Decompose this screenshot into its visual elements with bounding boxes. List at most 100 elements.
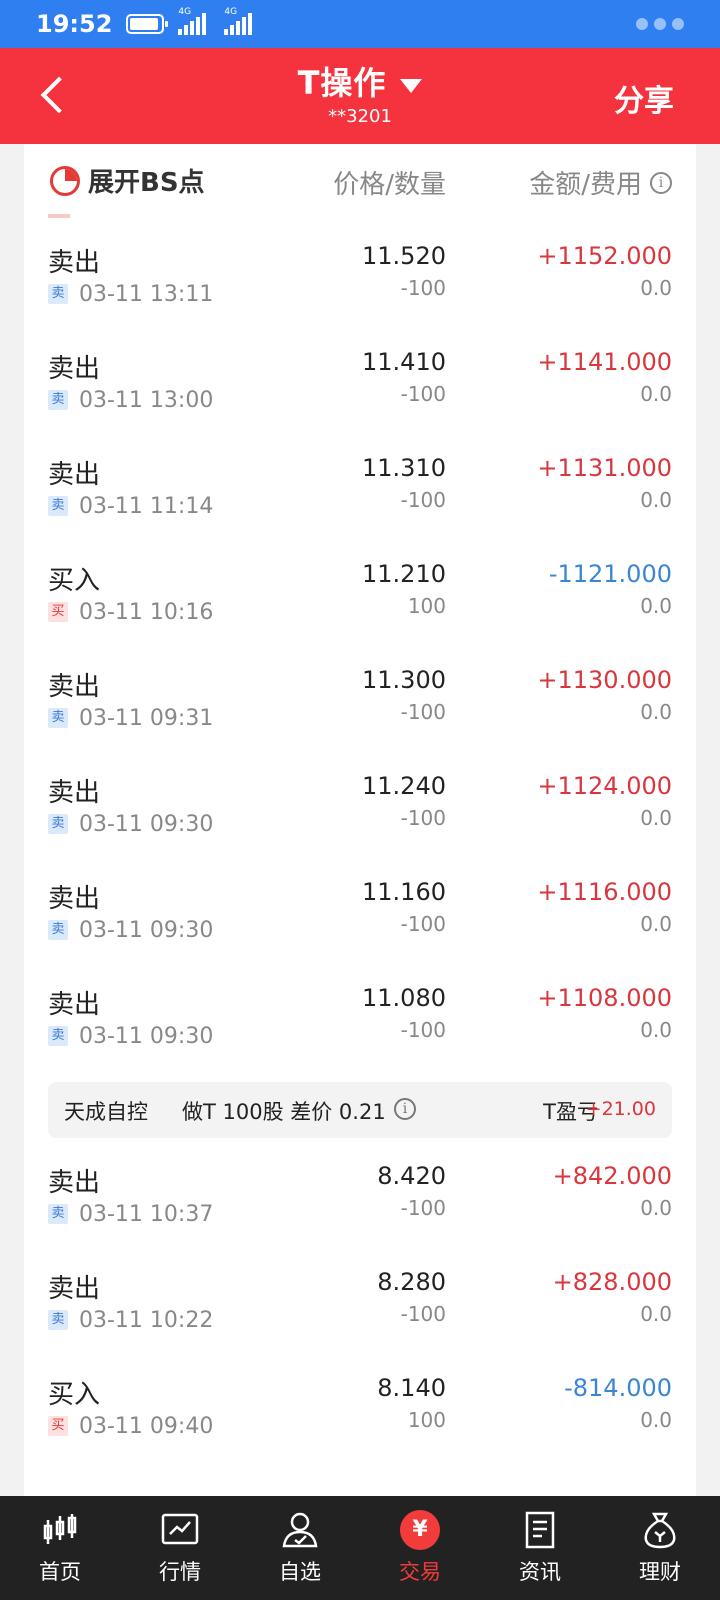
sell-badge: 卖: [48, 920, 68, 940]
trade-row[interactable]: 卖出卖 03-11 09:30 11.080 -100 +1108.000 0.0: [24, 968, 696, 1074]
trade-row[interactable]: 卖出卖 03-11 09:30 11.240 -100 +1124.000 0.0: [24, 756, 696, 862]
trade-amount: +1152.000: [537, 242, 672, 270]
trade-qty: -100: [400, 806, 446, 830]
trade-time: 03-11 13:00: [79, 388, 214, 413]
trade-price: 11.300: [362, 666, 446, 694]
buy-badge: 买: [48, 602, 68, 622]
trade-amount: +828.000: [552, 1268, 672, 1296]
trade-time: 03-11 09:30: [79, 812, 214, 837]
tab-label: 理财: [639, 1560, 681, 1584]
page-title: T操作: [297, 64, 387, 102]
info-icon[interactable]: i: [394, 1098, 416, 1120]
tab-label: 资讯: [519, 1560, 561, 1584]
trade-amount: -814.000: [564, 1374, 672, 1402]
trade-time: 03-11 09:31: [79, 706, 214, 731]
trade-fee: 0.0: [640, 912, 672, 936]
trade-type: 卖出: [48, 778, 101, 808]
trade-time: 03-11 13:11: [79, 282, 214, 307]
tab-label: 首页: [39, 1560, 81, 1584]
group-summary[interactable]: 天成自控 做T 100股 差价 0.21 i T盈亏 +21.00: [48, 1082, 672, 1138]
trade-list-card: 展开BS点 价格/数量 金额/费用 i 卖出卖 03-11 13:11 11.520…: [24, 144, 696, 1496]
trade-qty: -100: [400, 912, 446, 936]
caret-down-icon: [400, 78, 423, 93]
trade-amount: +1141.000: [537, 348, 672, 376]
buy-badge: 买: [48, 1416, 68, 1436]
trade-qty: 100: [407, 594, 446, 618]
trade-price: 11.410: [362, 348, 446, 376]
sell-badge: 卖: [48, 496, 68, 516]
trade-fee: 0.0: [640, 1018, 672, 1042]
trade-row[interactable]: 卖出卖 03-11 09:30 11.160 -100 +1116.000 0.0: [24, 862, 696, 968]
trade-type: 卖出: [48, 884, 101, 914]
trade-price: 11.310: [362, 454, 446, 482]
sell-badge: 卖: [48, 1026, 68, 1046]
trade-time: 03-11 09:30: [79, 1024, 214, 1049]
trade-price: 11.240: [362, 772, 446, 800]
trade-amount: +1124.000: [537, 772, 672, 800]
trade-time: 03-11 11:14: [79, 494, 214, 519]
t-pl-value: +21.00: [585, 1098, 656, 1120]
trade-fee: 0.0: [640, 1196, 672, 1220]
trade-price: 11.080: [362, 984, 446, 1012]
tab-finance[interactable]: 理财: [600, 1496, 720, 1600]
info-icon[interactable]: i: [650, 171, 672, 194]
trade-row[interactable]: 卖出卖 03-11 11:14 11.310 -100 +1131.000 0.0: [24, 438, 696, 544]
trade-qty: -100: [400, 700, 446, 724]
sell-badge: 卖: [48, 390, 68, 410]
trade-row[interactable]: 买入买 03-11 10:16 11.210 100 -1121.000 0.0: [24, 544, 696, 650]
trade-row[interactable]: 卖出卖 03-11 10:37 8.420 -100 +842.000 0.0: [24, 1146, 696, 1252]
trade-fee: 0.0: [640, 594, 672, 618]
trade-fee: 0.0: [640, 1302, 672, 1326]
app-header: T操作 **3201 分享: [0, 48, 720, 144]
trade-time: 03-11 10:37: [79, 1202, 214, 1227]
tab-home[interactable]: 首页: [0, 1496, 120, 1600]
expand-bs-toggle[interactable]: 展开BS点: [50, 162, 205, 199]
signal-icon-2: 4G: [224, 7, 260, 35]
trade-row[interactable]: 卖出卖 03-11 13:00 11.410 -100 +1141.000 0.0: [24, 332, 696, 438]
trade-fee: 0.0: [640, 1408, 672, 1432]
stock-name: 天成自控: [64, 1100, 148, 1124]
expand-bs-label: 展开BS点: [88, 168, 205, 198]
user-check-icon: [280, 1510, 320, 1550]
pie-chart-icon: [50, 165, 80, 196]
trade-row[interactable]: 买入买 03-11 09:40 8.140 100 -814.000 0.0: [24, 1358, 696, 1464]
title-selector[interactable]: T操作 **3201: [0, 58, 720, 127]
money-bag-icon: [640, 1510, 680, 1550]
tab-watchlist[interactable]: 自选: [240, 1496, 360, 1600]
trade-price: 8.140: [377, 1374, 446, 1402]
tab-market[interactable]: 行情: [120, 1496, 240, 1600]
status-time: 19:52: [36, 10, 113, 38]
trade-qty: -100: [400, 382, 446, 406]
trade-qty: -100: [400, 488, 446, 512]
trade-fee: 0.0: [640, 806, 672, 830]
trade-type: 卖出: [48, 354, 101, 384]
sell-badge: 卖: [48, 1204, 68, 1224]
scroll-peek: [24, 214, 696, 226]
trade-row[interactable]: 卖出卖 03-11 10:22 8.280 -100 +828.000 0.0: [24, 1252, 696, 1358]
trade-row[interactable]: 卖出卖 03-11 13:11 11.520 -100 +1152.000 0.0: [24, 226, 696, 332]
tab-trade[interactable]: ¥ 交易: [360, 1496, 480, 1600]
chart-icon: [160, 1510, 200, 1550]
bottom-tab-bar: 首页 行情 自选 ¥ 交易 资讯 理财: [0, 1496, 720, 1600]
trade-row[interactable]: 卖出卖 03-11 09:31 11.300 -100 +1130.000 0.0: [24, 650, 696, 756]
tab-news[interactable]: 资讯: [480, 1496, 600, 1600]
share-button[interactable]: 分享: [614, 76, 674, 120]
sell-badge: 卖: [48, 284, 68, 304]
trade-time: 03-11 10:22: [79, 1308, 214, 1333]
trade-type: 卖出: [48, 460, 101, 490]
trade-type: 卖出: [48, 1274, 101, 1304]
trade-price: 11.520: [362, 242, 446, 270]
trade-type: 买入: [48, 566, 101, 596]
notification-icons: [636, 18, 684, 30]
trade-type: 买入: [48, 1380, 101, 1410]
trade-amount: -1121.000: [548, 560, 672, 588]
sell-badge: 卖: [48, 708, 68, 728]
trade-time: 03-11 10:16: [79, 600, 214, 625]
sell-badge: 卖: [48, 814, 68, 834]
trade-type: 卖出: [48, 248, 101, 278]
trade-amount: +1130.000: [537, 666, 672, 694]
document-icon: [520, 1510, 560, 1550]
trade-price: 11.210: [362, 560, 446, 588]
trade-fee: 0.0: [640, 488, 672, 512]
tab-label: 交易: [399, 1560, 441, 1584]
